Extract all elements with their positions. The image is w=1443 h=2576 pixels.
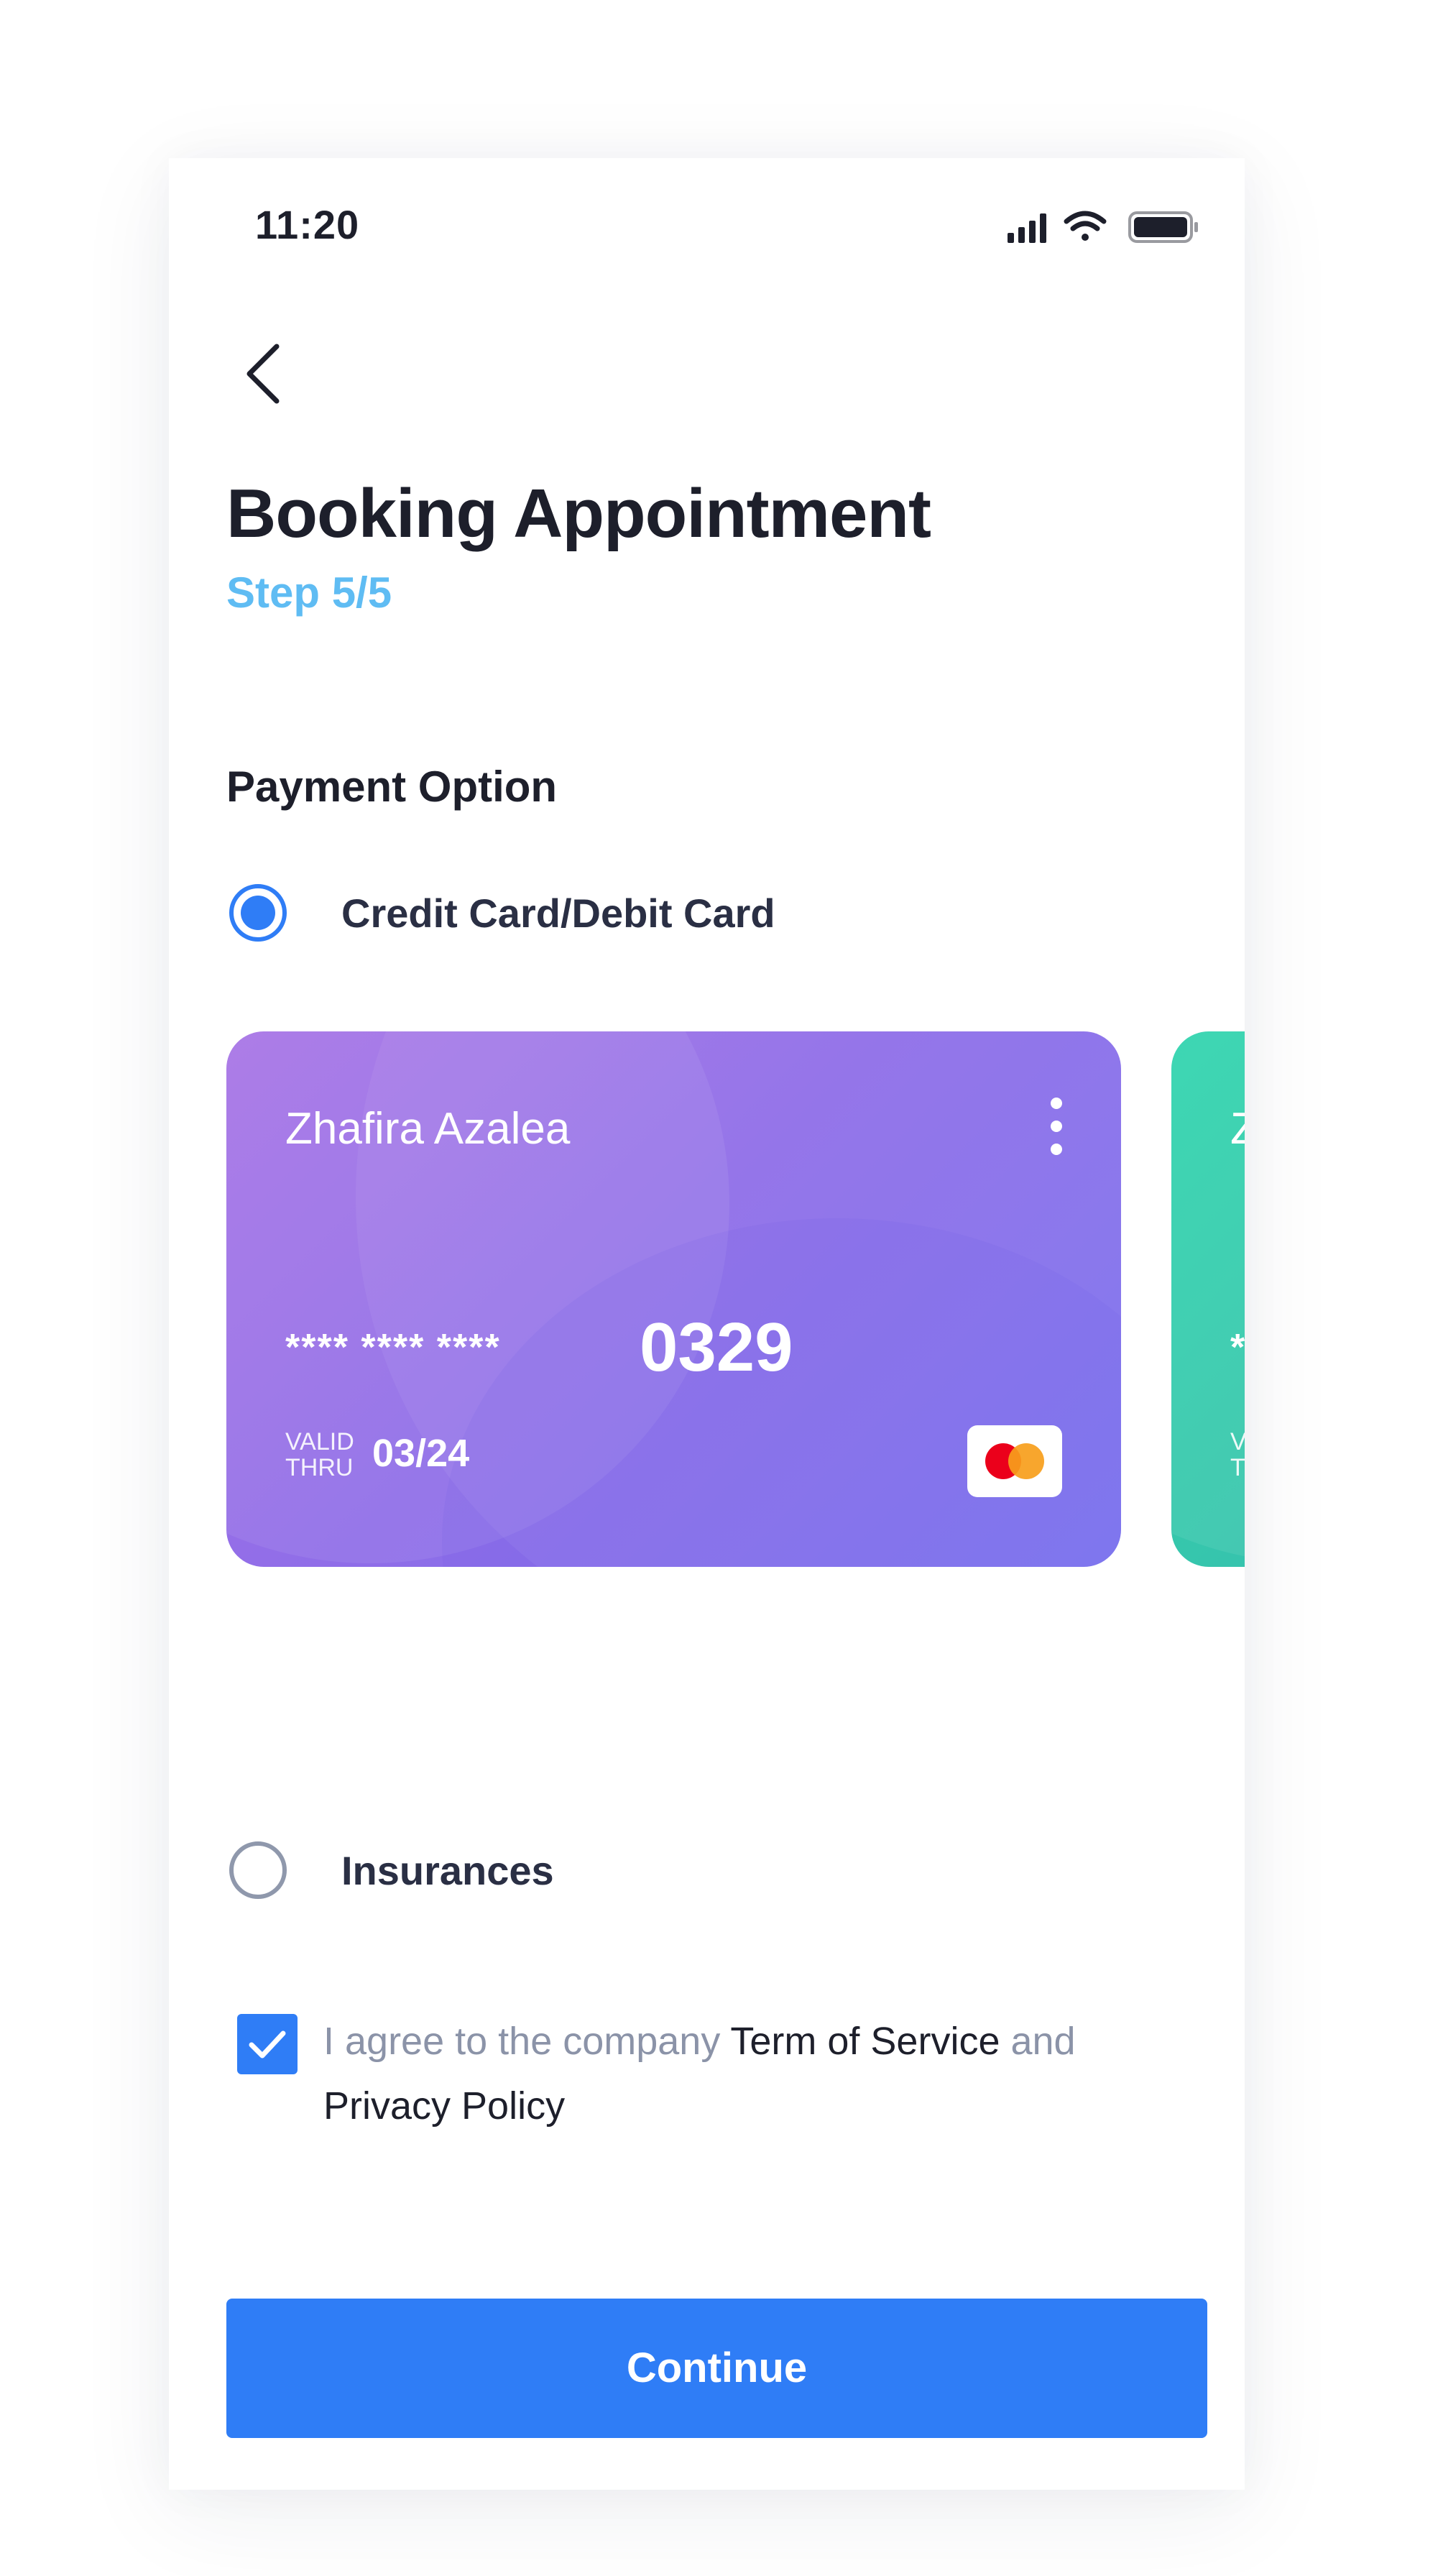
credit-card-secondary[interactable]: Zh ** VAL THR [1171,1031,1245,1567]
step-indicator: Step 5/5 [226,569,392,617]
privacy-policy-link[interactable]: Privacy Policy [323,2084,565,2128]
card-expiry: 03/24 [372,1432,470,1475]
agreement-and: and [1000,2020,1076,2063]
option-insurances-label[interactable]: Insurances [341,1847,554,1894]
credit-card-primary[interactable]: Zhafira Azalea **** **** **** 0329 VALID… [226,1031,1121,1567]
card-valid-label-partial: VAL THR [1230,1428,1245,1481]
agree-checkbox[interactable] [237,2014,298,2074]
continue-button[interactable]: Continue [226,2299,1207,2438]
back-chevron-icon[interactable] [232,331,301,417]
checkmark-icon [249,2030,286,2058]
radio-insurances[interactable] [229,1841,287,1899]
battery-icon [1128,211,1198,243]
wifi-icon [1064,211,1107,241]
page-title: Booking Appointment [226,475,931,552]
card-more-menu-icon[interactable] [1042,1098,1071,1167]
terms-of-service-link[interactable]: Term of Service [730,2020,1000,2063]
agreement-text: I agree to the company Term of Service a… [323,2009,1150,2138]
card-valid-thru-label: VALID THRU [285,1428,354,1481]
card-number-masked: **** **** **** [285,1327,501,1368]
agreement-prefix: I agree to the company [323,2020,731,2063]
status-icons [1008,211,1198,243]
mastercard-logo-icon [967,1425,1062,1497]
signal-icon [1008,213,1046,243]
card-holder-name-partial: Zh [1230,1104,1245,1154]
phone-screen: 11:20 Booking Appointment Step 5/5 Payme… [169,158,1245,2490]
payment-option-heading: Payment Option [226,763,558,811]
card-holder-name: Zhafira Azalea [285,1104,571,1154]
card-number-last4: 0329 [640,1309,793,1386]
radio-credit-card[interactable] [229,884,287,942]
card-number-masked-partial: ** [1230,1326,1245,1369]
status-time: 11:20 [255,202,360,247]
option-credit-card-label[interactable]: Credit Card/Debit Card [341,890,775,937]
